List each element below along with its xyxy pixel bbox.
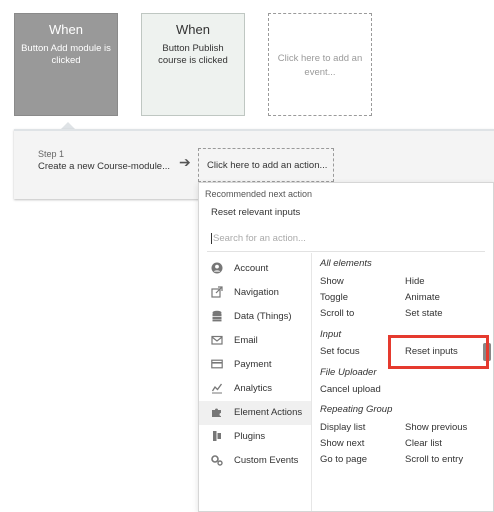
selected-event-pointer — [61, 122, 75, 129]
text-cursor — [211, 233, 212, 244]
category-plugins[interactable]: Plugins — [199, 425, 311, 449]
email-icon — [211, 334, 223, 346]
category-label: Account — [234, 263, 269, 274]
category-label: Custom Events — [234, 455, 299, 466]
action-toggle[interactable]: Toggle — [320, 292, 348, 303]
event-description: Button Add module is clicked — [21, 43, 111, 66]
action-show-next[interactable]: Show next — [320, 438, 364, 449]
recommended-action-item[interactable]: Reset relevant inputs — [211, 207, 300, 218]
category-label: Element Actions — [234, 407, 303, 418]
search-placeholder: Search for an action... — [213, 233, 306, 245]
plugins-icon — [211, 430, 223, 442]
action-search-input[interactable]: Search for an action... — [207, 226, 485, 252]
database-icon — [211, 310, 223, 322]
gears-icon — [211, 454, 223, 466]
event-when-label: When — [176, 22, 210, 37]
category-data-things[interactable]: Data (Things) — [199, 305, 311, 329]
action-scroll-to-entry[interactable]: Scroll to entry — [405, 454, 463, 465]
action-cancel-upload[interactable]: Cancel upload — [320, 384, 381, 395]
category-label: Payment — [234, 359, 272, 370]
section-input: Input — [320, 329, 342, 340]
action-clear-list[interactable]: Clear list — [405, 438, 442, 449]
action-display-list[interactable]: Display list — [320, 422, 365, 433]
add-event-label: Click here to add an event... — [277, 53, 363, 78]
category-account[interactable]: Account — [199, 257, 311, 281]
category-label: Email — [234, 335, 258, 346]
category-label: Data (Things) — [234, 311, 292, 322]
category-email[interactable]: Email — [199, 329, 311, 353]
section-file-uploader: File Uploader — [320, 367, 377, 378]
category-payment[interactable]: Payment — [199, 353, 311, 377]
action-show[interactable]: Show — [320, 276, 344, 287]
action-set-focus[interactable]: Set focus — [320, 346, 360, 357]
category-navigation[interactable]: Navigation — [199, 281, 311, 305]
category-analytics[interactable]: Analytics — [199, 377, 311, 401]
category-list: Account Navigation Data (Things) Email P… — [199, 253, 312, 511]
highlight-box — [388, 335, 489, 369]
recommended-title: Recommended next action — [205, 189, 313, 199]
step-1-card[interactable]: Step 1 Create a new Course-module... — [38, 149, 178, 189]
action-animate[interactable]: Animate — [405, 292, 440, 303]
category-label: Analytics — [234, 383, 273, 394]
category-custom-events[interactable]: Custom Events — [199, 449, 311, 473]
event-description: Button Publish course is clicked — [158, 43, 228, 66]
puzzle-icon — [211, 406, 223, 418]
action-show-previous[interactable]: Show previous — [405, 422, 467, 433]
category-label: Navigation — [234, 287, 279, 298]
navigation-icon — [211, 286, 223, 298]
action-go-to-page[interactable]: Go to page — [320, 454, 367, 465]
section-repeating-group: Repeating Group — [320, 404, 393, 415]
section-all-elements: All elements — [320, 258, 372, 269]
action-picker-dropdown: Recommended next action Reset relevant i… — [198, 182, 494, 512]
action-hide[interactable]: Hide — [405, 276, 425, 287]
event-card-publish-course[interactable]: When Button Publish course is clicked — [141, 13, 245, 116]
category-label: Plugins — [234, 431, 266, 442]
add-action-placeholder[interactable]: Click here to add an action... — [198, 148, 334, 182]
action-scroll-to[interactable]: Scroll to — [320, 308, 354, 319]
category-element-actions[interactable]: Element Actions — [199, 401, 311, 425]
arrow-right-icon: ➔ — [179, 154, 191, 170]
event-card-add-module[interactable]: When Button Add module is clicked — [14, 13, 118, 116]
action-set-state[interactable]: Set state — [405, 308, 443, 319]
account-icon — [211, 262, 223, 274]
step-action-name: Create a new Course-module... — [38, 161, 171, 172]
add-event-placeholder[interactable]: Click here to add an event... — [268, 13, 372, 116]
analytics-icon — [211, 382, 223, 394]
event-when-label: When — [49, 22, 83, 37]
step-number-label: Step 1 — [38, 149, 65, 159]
payment-icon — [211, 358, 223, 370]
